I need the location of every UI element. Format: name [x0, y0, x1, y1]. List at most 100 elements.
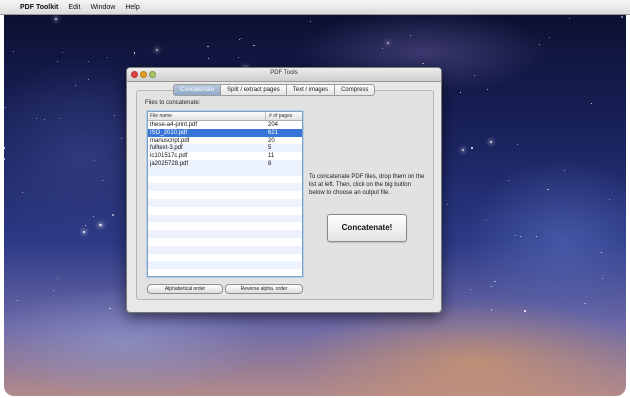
- empty-row: [148, 245, 302, 254]
- star-decoration: [53, 289, 55, 291]
- star-decoration: [548, 36, 550, 39]
- star-decoration: [43, 118, 45, 120]
- page-count-cell: 20: [268, 137, 275, 144]
- empty-row: [148, 253, 302, 262]
- page-count-cell: 204: [268, 122, 279, 128]
- file-name-cell: these-a4-print.pdf: [150, 122, 198, 128]
- star-decoration: [92, 216, 94, 218]
- menu-bar: PDF Toolkit Edit Window Help: [0, 0, 630, 15]
- star-decoration: [88, 79, 89, 81]
- empty-row: [148, 237, 302, 246]
- star-decoration: [253, 44, 255, 47]
- star-decoration: [489, 140, 493, 143]
- star-decoration: [621, 16, 623, 18]
- star-decoration: [93, 160, 95, 162]
- star-decoration: [422, 62, 424, 64]
- pdf-tools-window: PDF Tools Concatenate Split / extract pa…: [126, 67, 442, 313]
- page-count-cell: 621: [268, 129, 279, 136]
- menu-help[interactable]: Help: [125, 4, 139, 11]
- table-row[interactable]: fulltext-3.pdf 5: [148, 144, 302, 153]
- star-decoration: [386, 41, 390, 45]
- star-decoration: [309, 20, 312, 23]
- table-row-selected[interactable]: ISO_2010.pdf 621: [148, 128, 302, 137]
- menu-app-name[interactable]: PDF Toolkit: [20, 4, 58, 11]
- star-decoration: [490, 286, 492, 288]
- menu-window[interactable]: Window: [90, 4, 115, 11]
- file-name-cell: ISO_2010.pdf: [150, 129, 188, 136]
- star-decoration: [462, 148, 465, 152]
- file-name-cell: fulltext-3.pdf: [150, 145, 183, 152]
- star-decoration: [539, 44, 540, 46]
- star-decoration: [238, 39, 240, 41]
- star-decoration: [207, 45, 209, 48]
- star-decoration: [600, 251, 603, 253]
- star-decoration: [62, 52, 63, 53]
- window-titlebar[interactable]: PDF Tools: [127, 68, 441, 82]
- star-decoration: [473, 74, 475, 76]
- star-decoration: [54, 18, 57, 21]
- window-title: PDF Tools: [270, 70, 298, 76]
- star-decoration: [99, 224, 102, 227]
- file-list-rows: these-a4-print.pdf 204 ISO_2010.pdf 621 …: [148, 121, 302, 168]
- star-decoration: [563, 170, 565, 172]
- star-decoration: [17, 299, 19, 301]
- star-decoration: [507, 180, 509, 182]
- empty-row: [148, 175, 302, 184]
- tab-text-images[interactable]: Text / images: [286, 84, 336, 96]
- table-row[interactable]: manuscript.pdf 20: [148, 137, 302, 145]
- column-header-file-name[interactable]: File name: [148, 112, 266, 120]
- empty-row: [148, 222, 302, 231]
- table-row[interactable]: ja2025728.pdf 8: [148, 159, 302, 168]
- star-decoration: [237, 56, 239, 58]
- empty-row: [148, 214, 302, 223]
- star-decoration: [5, 106, 7, 108]
- concatenate-button[interactable]: Concatenate!: [327, 214, 407, 242]
- tab-compress[interactable]: Compress: [335, 84, 376, 96]
- menu-edit[interactable]: Edit: [68, 4, 80, 11]
- star-decoration: [471, 147, 473, 149]
- empty-row: [148, 191, 302, 199]
- star-decoration: [535, 236, 537, 238]
- star-decoration: [584, 302, 586, 305]
- star-decoration: [520, 236, 522, 238]
- star-decoration: [241, 38, 243, 39]
- files-to-concatenate-label: Files to concatenate:: [145, 100, 201, 106]
- screenshot: PDF Toolkit Edit Window Help PDF Tools C…: [0, 0, 630, 398]
- file-name-cell: ic101517c.pdf: [150, 153, 188, 160]
- empty-row: [148, 198, 302, 207]
- table-row[interactable]: ic101517c.pdf 11: [148, 152, 302, 160]
- star-decoration: [514, 234, 516, 236]
- star-decoration: [56, 60, 58, 62]
- star-decoration: [494, 280, 496, 283]
- concatenate-panel: Files to concatenate: File name # of pag…: [136, 90, 434, 300]
- page-count-cell: 11: [268, 153, 275, 160]
- star-decoration: [75, 85, 77, 87]
- star-decoration: [101, 180, 103, 181]
- reverse-alpha-order-button[interactable]: Reverse alpha. order: [225, 284, 303, 294]
- star-decoration: [601, 277, 603, 279]
- star-decoration: [459, 92, 461, 93]
- tab-split-extract-pages[interactable]: Split / extract pages: [221, 84, 287, 96]
- tab-concatenate[interactable]: Concatenate: [173, 84, 222, 96]
- star-decoration: [381, 47, 383, 49]
- star-decoration: [490, 309, 492, 311]
- star-decoration: [13, 50, 14, 52]
- star-decoration: [114, 115, 116, 117]
- alphabetical-order-button[interactable]: Alphabetical order: [147, 284, 223, 294]
- file-name-cell: manuscript.pdf: [150, 137, 190, 144]
- empty-row: [148, 167, 302, 176]
- tab-bar: Concatenate Split / extract pages Text /…: [173, 84, 376, 96]
- column-header-pages[interactable]: # of pages: [266, 112, 292, 120]
- star-decoration: [608, 198, 611, 201]
- page-count-cell: 8: [268, 160, 272, 167]
- empty-row: [148, 230, 302, 238]
- star-decoration: [590, 103, 592, 104]
- file-list-table[interactable]: File name # of pages these-a4-print.pdf …: [147, 111, 303, 277]
- star-decoration: [547, 188, 549, 191]
- star-decoration: [208, 58, 210, 59]
- table-row[interactable]: these-a4-print.pdf 204: [148, 121, 302, 129]
- star-decoration: [82, 230, 85, 233]
- star-decoration: [516, 144, 518, 145]
- empty-rows: [148, 167, 302, 270]
- file-list-header: File name # of pages: [148, 112, 302, 121]
